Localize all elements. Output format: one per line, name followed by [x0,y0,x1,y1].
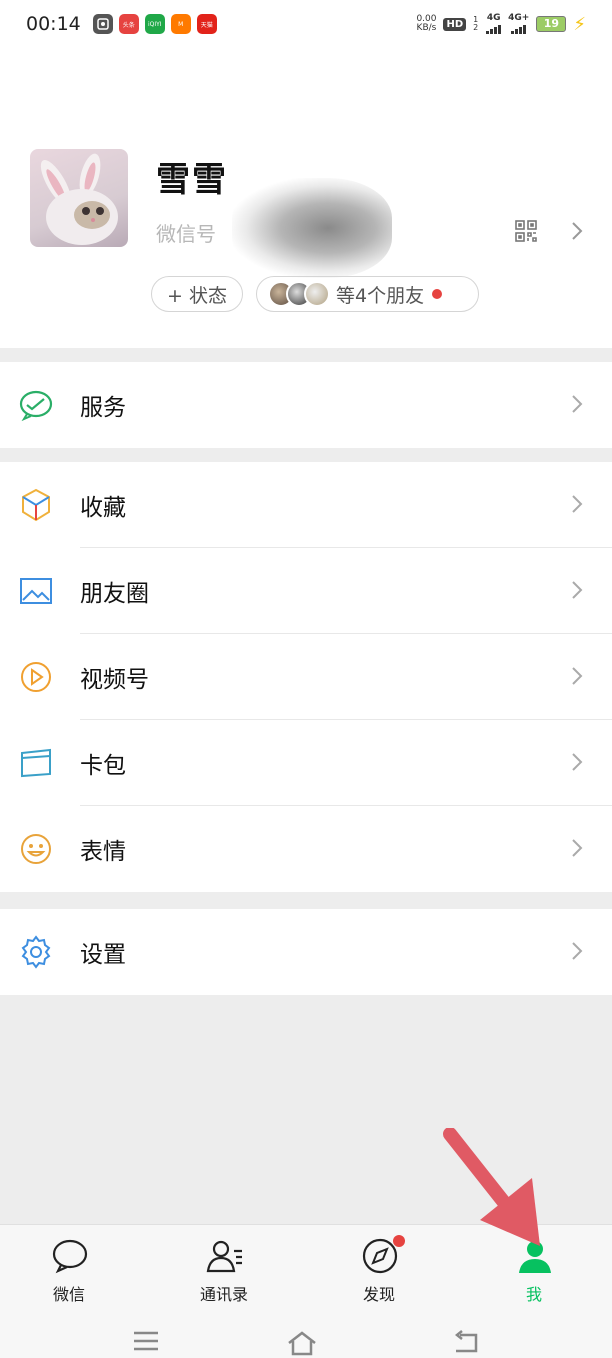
smiley-icon [18,831,54,867]
tab-chats[interactable]: 微信 [9,1225,129,1311]
menu-icon[interactable] [132,1330,160,1352]
chevron-right-icon [570,751,584,777]
tab-label: 微信 [52,1285,85,1304]
profile-nickname: 雪雪 [156,160,228,200]
profile-card[interactable]: 雪雪 微信号 + 状态 等4个朋友 [0,48,612,348]
battery-icon: 19 [536,16,567,32]
signal-sim1-icon: 4G [486,13,502,34]
menu-label: 朋友圈 [80,581,149,607]
status-right-cluster: 0.00 KB/s HD 1 2 4G 4G+ 19 ⚡ [416,14,586,35]
chevron-right-icon [570,579,584,605]
menu-group-services: 服务 [0,362,612,448]
menu-label: 设置 [80,942,126,968]
toutiao-icon: 头条 [118,14,139,34]
menu-item-cards[interactable]: 卡包 [0,720,612,806]
chat-bubble-icon [51,1237,89,1275]
add-status-button[interactable]: + 状态 [151,276,243,312]
channels-play-icon [18,659,54,695]
system-nav-bar [0,1310,612,1358]
network-speed: 0.00 KB/s [416,15,436,33]
tab-discover[interactable]: 发现 [319,1225,439,1311]
charging-bolt-icon: ⚡ [573,13,586,35]
tmall-icon: 天猫 [196,14,217,34]
friend-avatar [304,281,330,307]
hd-sim-index: 1 2 [473,15,479,32]
chevron-right-icon [570,493,584,519]
mango-tv-icon: M [170,14,191,34]
status-time: 00:14 [26,13,81,35]
friends-status-button[interactable]: 等4个朋友 [256,276,479,312]
menu-label: 表情 [80,839,126,865]
sim2-network-type: 4G+ [508,13,530,23]
notification-app-icon [92,14,113,34]
hd-voice-icon: HD [443,17,467,31]
profile-chevron-icon[interactable] [570,220,584,246]
annotation-arrow [440,1127,550,1262]
qr-code-icon[interactable] [515,220,537,246]
chevron-right-icon [570,940,584,966]
menu-label: 服务 [80,395,126,421]
network-speed-unit: KB/s [416,23,437,33]
back-icon[interactable] [452,1330,480,1354]
menu-item-settings[interactable]: 设置 [0,909,612,995]
menu-item-services[interactable]: 服务 [0,362,612,448]
gear-icon [18,934,54,970]
menu-label: 收藏 [80,495,126,521]
tab-label: 通讯录 [199,1285,248,1304]
chevron-right-icon [570,393,584,419]
tab-label: 发现 [362,1285,395,1304]
add-status-label: + 状态 [167,284,227,307]
menu-group-main: 收藏 朋友圈 视频号 卡包 表情 [0,462,612,892]
signal-sim2-icon: 4G+ [508,14,529,34]
status-bar: 00:14 头条 iQIYI M 天猫 0.00 KB/s HD 1 2 4G … [0,0,612,48]
iqiyi-icon: iQIYI [144,14,165,34]
menu-group-settings: 设置 [0,909,612,995]
status-app-icons: 头条 iQIYI M 天猫 [92,14,217,34]
home-icon[interactable] [286,1330,318,1356]
menu-item-channels[interactable]: 视频号 [0,634,612,720]
sim1-network-type: 4G [486,13,501,23]
card-wallet-icon [18,745,54,781]
menu-item-stickers[interactable]: 表情 [0,806,612,892]
discover-badge-dot [393,1235,405,1247]
moments-picture-icon [18,573,54,609]
wechat-id-label: 微信号 [156,222,216,246]
services-icon [18,387,54,423]
menu-label: 卡包 [80,753,126,779]
menu-item-moments[interactable]: 朋友圈 [0,548,612,634]
favorites-cube-icon [18,487,54,523]
chevron-right-icon [570,665,584,691]
avatar[interactable] [30,149,128,247]
redacted-scribble [232,178,392,278]
menu-item-favorites[interactable]: 收藏 [0,462,612,548]
friends-status-label: 等4个朋友 [336,284,425,307]
tab-label: 我 [525,1285,542,1304]
tab-contacts[interactable]: 通讯录 [164,1225,284,1311]
chevron-right-icon [570,837,584,863]
menu-label: 视频号 [80,667,149,693]
friends-new-dot [432,289,443,299]
contacts-icon [206,1237,244,1275]
